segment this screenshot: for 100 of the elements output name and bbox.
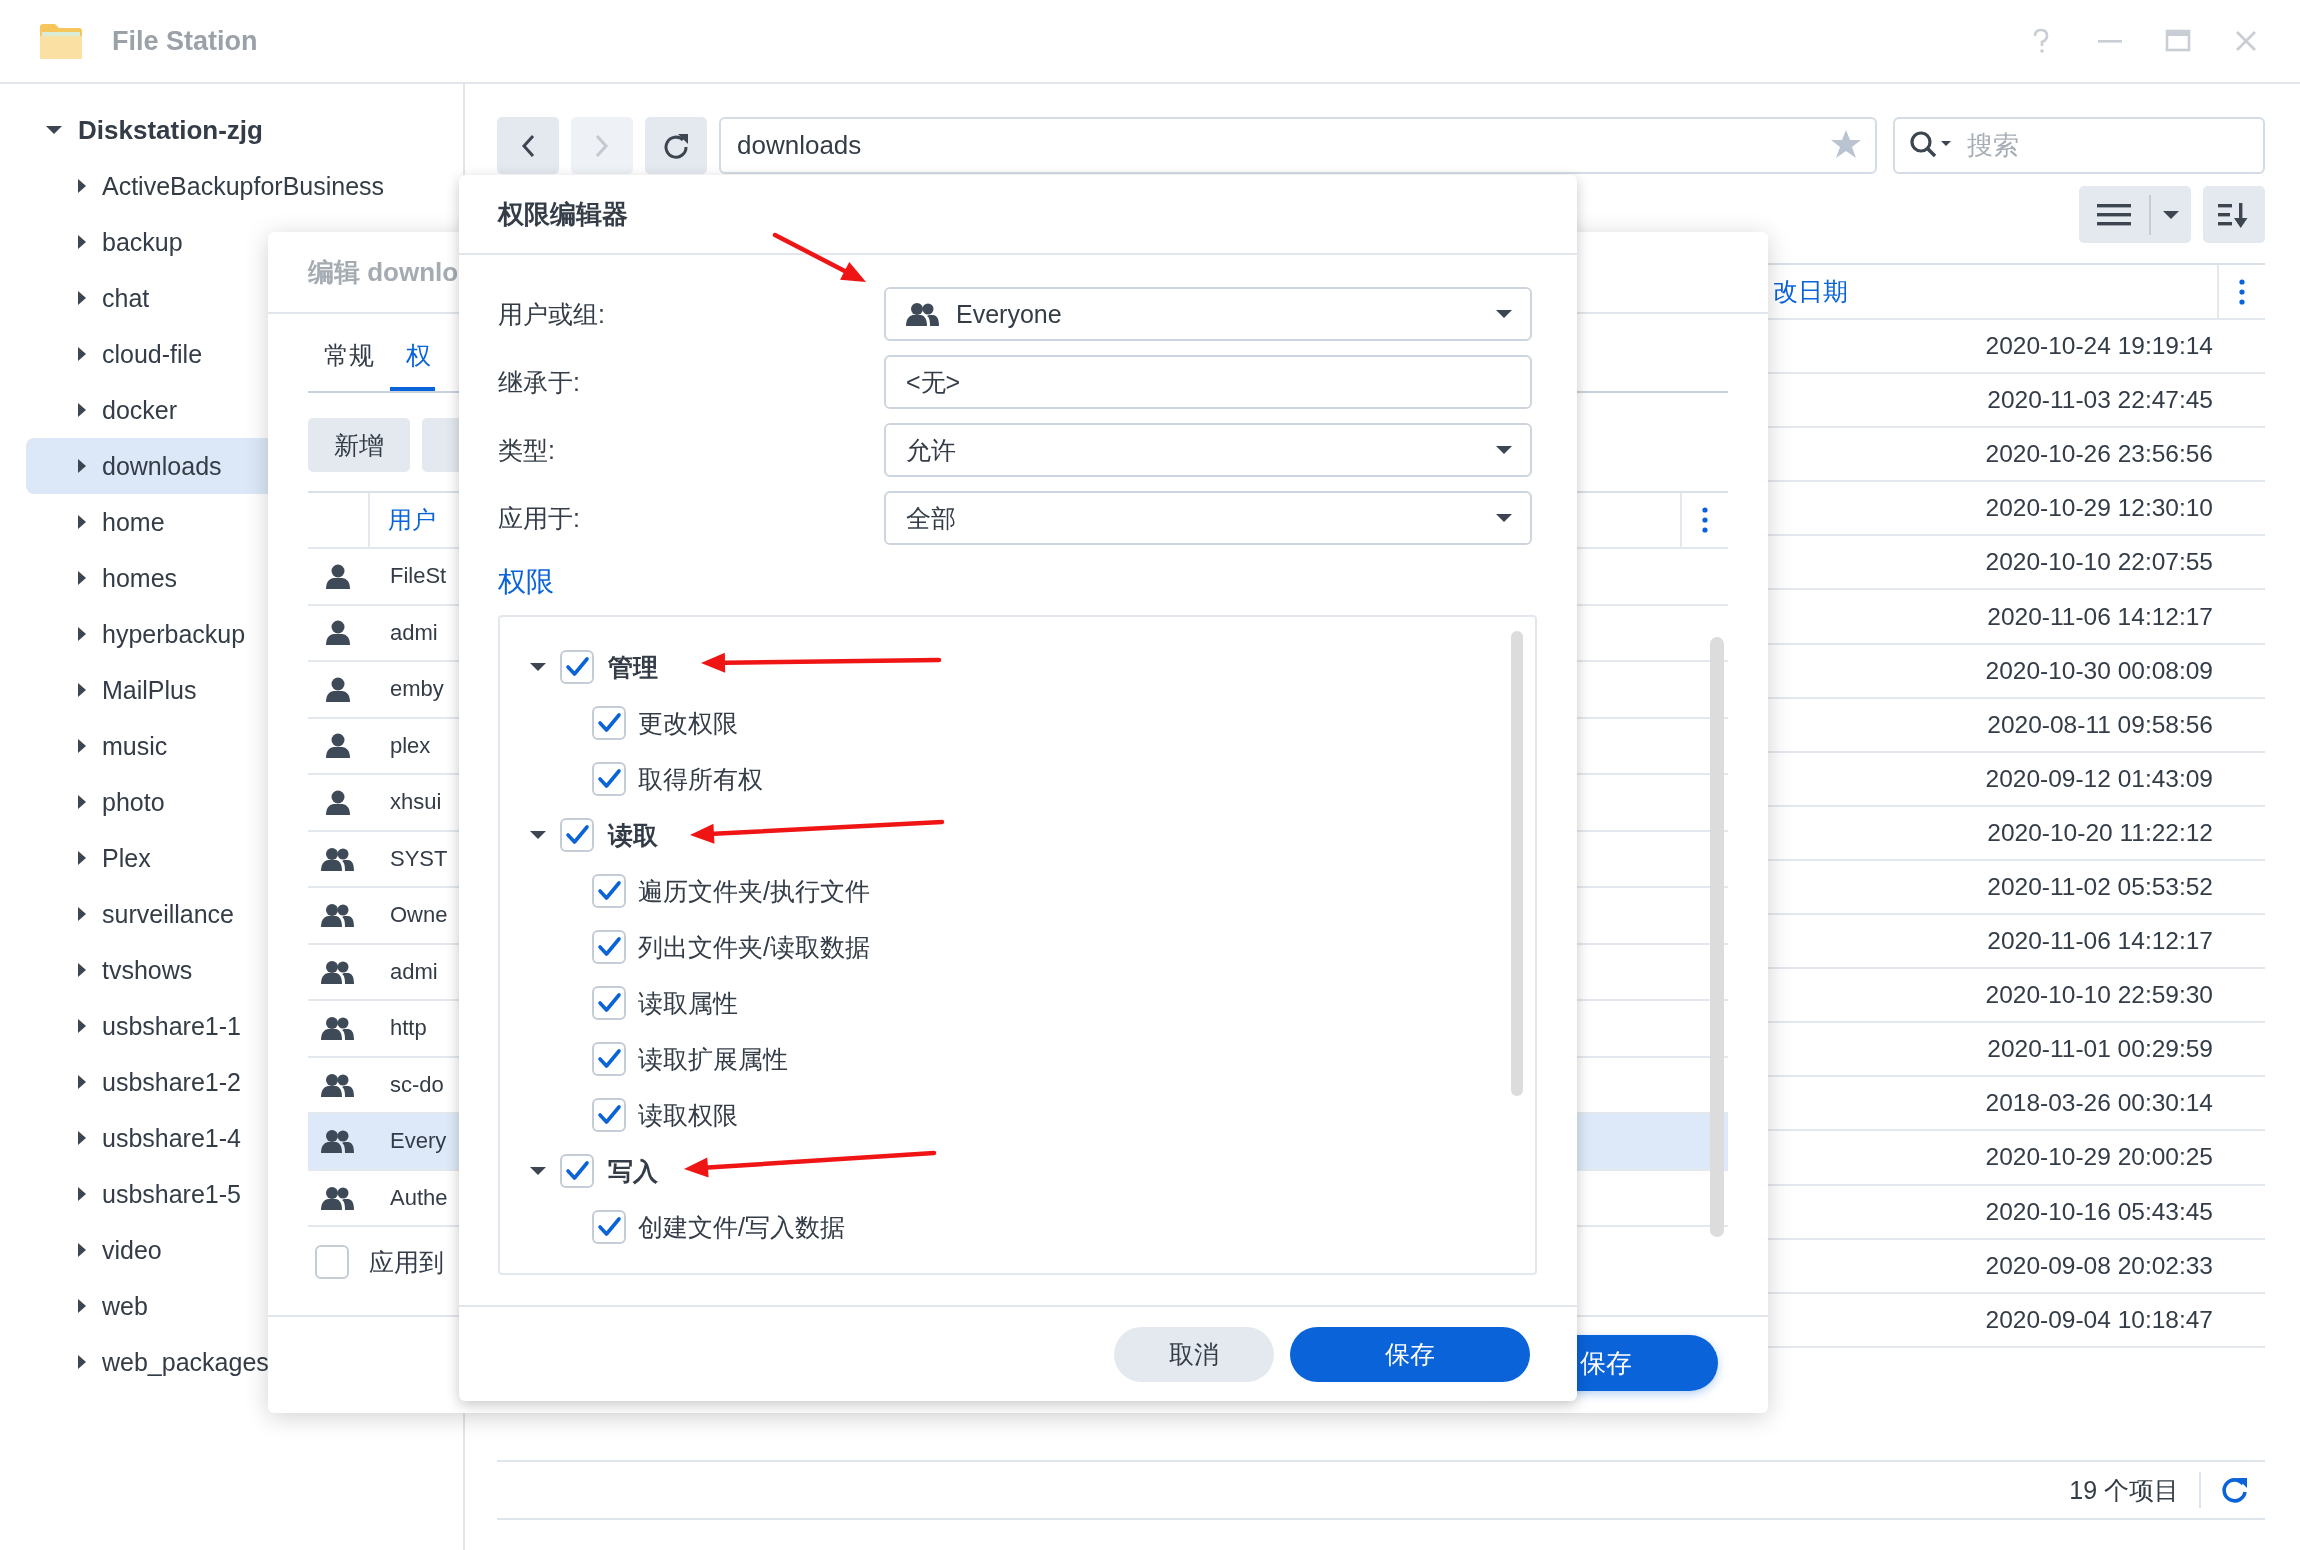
date-cell: 2020-09-04 10:18:47 — [1985, 1305, 2213, 1334]
checkbox[interactable] — [592, 762, 626, 796]
sidebar-item[interactable]: web — [26, 1278, 268, 1334]
sidebar-item[interactable]: usbshare1-4 — [26, 1110, 268, 1166]
caret-icon[interactable] — [76, 683, 88, 697]
checkbox[interactable] — [592, 874, 626, 908]
caret-icon — [2163, 209, 2179, 220]
checkbox[interactable] — [560, 650, 594, 684]
back-button[interactable] — [497, 117, 559, 174]
checkbox[interactable] — [592, 1098, 626, 1132]
input-field[interactable]: <无> — [884, 355, 1532, 409]
sidebar-item[interactable]: music — [26, 718, 268, 774]
save-button[interactable]: 保存 — [1290, 1326, 1530, 1382]
sidebar-item[interactable]: tvshows — [26, 942, 268, 998]
checkbox-label: 应用到 — [369, 1246, 444, 1278]
date-cell: 2018-03-26 00:30:14 — [1985, 1089, 2213, 1118]
checkbox[interactable] — [592, 1210, 626, 1244]
group-icon — [321, 1015, 355, 1042]
sidebar-item[interactable]: chat — [26, 270, 268, 326]
sidebar-item[interactable]: usbshare1-2 — [26, 1054, 268, 1110]
sidebar-item[interactable]: photo — [26, 774, 268, 830]
group-icon — [321, 1071, 355, 1098]
sidebar-item[interactable]: backup — [26, 214, 268, 270]
checkbox[interactable] — [315, 1245, 349, 1279]
more-icon[interactable] — [2239, 278, 2245, 305]
checkbox[interactable] — [560, 818, 594, 852]
caret-icon[interactable] — [76, 1187, 88, 1201]
caret-icon[interactable] — [46, 124, 62, 136]
path-field[interactable]: downloads — [719, 117, 1877, 174]
caret-icon[interactable] — [76, 1355, 88, 1369]
permission-label: 更改权限 — [638, 707, 738, 739]
sidebar-item[interactable]: downloads — [26, 438, 268, 494]
caret-icon[interactable] — [530, 661, 546, 673]
caret-icon[interactable] — [76, 1019, 88, 1033]
caret-icon[interactable] — [76, 403, 88, 417]
permission-label: 取得所有权 — [638, 763, 763, 795]
date-cell: 2020-10-24 19:19:14 — [1985, 332, 2213, 361]
sidebar-item[interactable]: cloud-file — [26, 326, 268, 382]
cancel-button[interactable]: 取消 — [1114, 1326, 1274, 1382]
add-button[interactable]: 新增 — [308, 418, 410, 472]
caret-icon[interactable] — [76, 795, 88, 809]
date-cell: 2020-09-12 01:43:09 — [1985, 764, 2213, 793]
scrollbar[interactable] — [1710, 637, 1724, 1237]
sidebar-item[interactable]: home — [26, 494, 268, 550]
dropdown[interactable]: 允许 — [884, 423, 1532, 477]
tab[interactable]: 权 — [390, 324, 435, 391]
caret-icon[interactable] — [76, 459, 88, 473]
checkbox[interactable] — [592, 706, 626, 740]
checkbox[interactable] — [592, 930, 626, 964]
caret-icon[interactable] — [76, 739, 88, 753]
scrollbar[interactable] — [1511, 631, 1523, 1096]
caret-icon[interactable] — [76, 1243, 88, 1257]
window-title: File Station — [112, 25, 258, 57]
sidebar-item[interactable]: MailPlus — [26, 662, 268, 718]
sidebar-item[interactable]: docker — [26, 382, 268, 438]
caret-icon[interactable] — [76, 1075, 88, 1089]
sidebar-item[interactable]: homes — [26, 550, 268, 606]
checkbox[interactable] — [592, 1042, 626, 1076]
date-cell: 2020-11-06 14:12:17 — [1987, 927, 2213, 956]
caret-icon[interactable] — [530, 1165, 546, 1177]
caret-icon[interactable] — [76, 963, 88, 977]
caret-icon[interactable] — [76, 235, 88, 249]
date-cell: 2020-11-03 22:47:45 — [1987, 386, 2213, 415]
sidebar-item[interactable]: usbshare1-5 — [26, 1166, 268, 1222]
group-icon — [906, 301, 940, 327]
caret-icon[interactable] — [76, 851, 88, 865]
dropdown[interactable]: 全部 — [884, 491, 1532, 545]
caret-icon[interactable] — [76, 515, 88, 529]
sidebar-item[interactable]: surveillance — [26, 886, 268, 942]
caret-icon[interactable] — [76, 179, 88, 193]
checkbox[interactable] — [592, 986, 626, 1020]
sidebar-item[interactable]: Plex — [26, 830, 268, 886]
sidebar-item[interactable]: ActiveBackupforBusiness — [26, 158, 385, 214]
column-header[interactable]: 用户 — [388, 504, 436, 536]
caret-icon[interactable] — [76, 291, 88, 305]
caret-icon[interactable] — [76, 347, 88, 361]
sort-button[interactable] — [2203, 186, 2265, 243]
column-header[interactable]: 改日期 — [1773, 275, 1848, 308]
caret-icon[interactable] — [76, 627, 88, 641]
star-icon[interactable] — [1831, 129, 1861, 158]
sidebar-item[interactable]: video — [26, 1222, 268, 1278]
refresh-icon[interactable] — [2219, 1475, 2249, 1505]
caret-icon[interactable] — [76, 1131, 88, 1145]
tree-item[interactable]: Diskstation-zjg — [78, 114, 263, 146]
tab[interactable]: 常规 — [308, 324, 390, 391]
caret-icon[interactable] — [530, 829, 546, 841]
sidebar-item[interactable]: web_packages — [26, 1334, 269, 1390]
caret-icon[interactable] — [76, 907, 88, 921]
search-field[interactable]: 搜索 — [1893, 117, 2265, 174]
search-icon[interactable] — [1909, 130, 1951, 158]
sidebar-item[interactable]: usbshare1-1 — [26, 998, 268, 1054]
caret-icon[interactable] — [76, 1299, 88, 1313]
more-icon[interactable] — [1702, 507, 1708, 533]
user-select[interactable]: Everyone — [884, 287, 1532, 341]
refresh-button[interactable] — [645, 117, 707, 174]
dropdown-icon — [1496, 513, 1512, 523]
sidebar-item[interactable]: hyperbackup — [26, 606, 268, 662]
caret-icon[interactable] — [76, 571, 88, 585]
checkbox[interactable] — [560, 1154, 594, 1188]
date-cell: 2020-10-26 23:56:56 — [1985, 440, 2213, 469]
